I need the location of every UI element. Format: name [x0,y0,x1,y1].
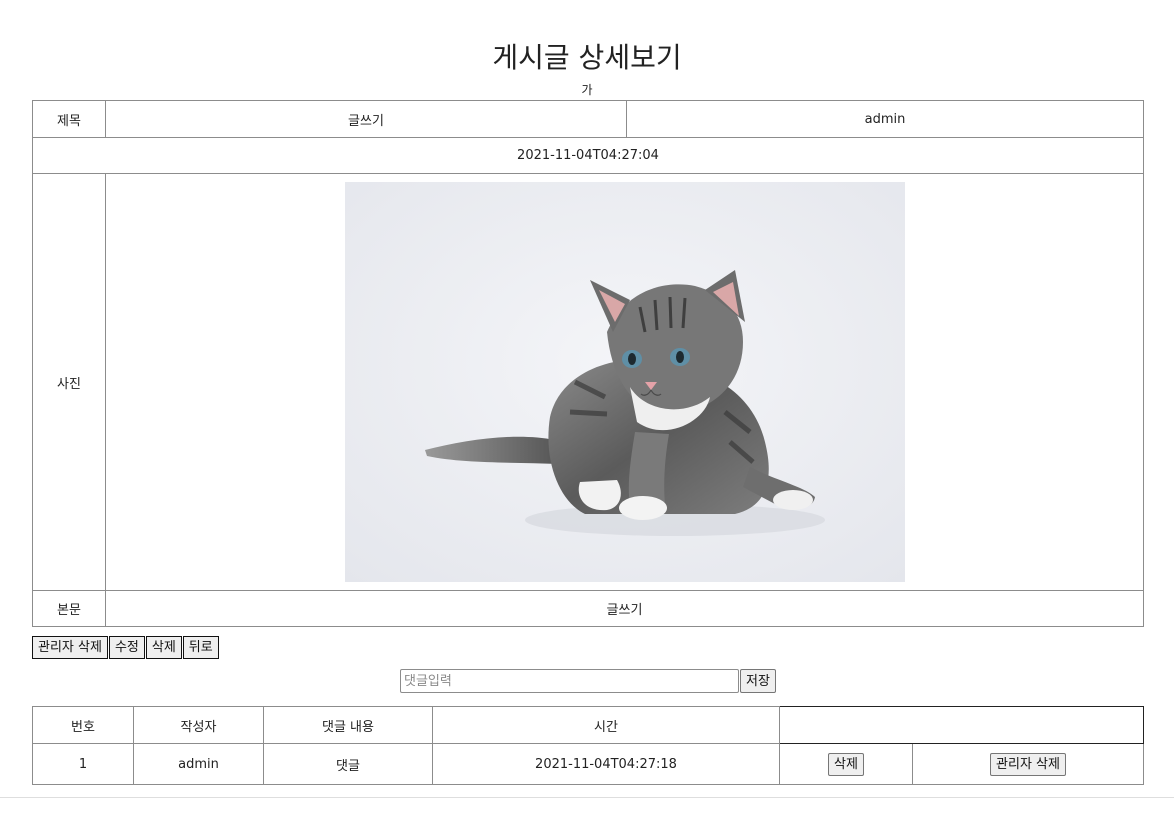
body-value: 글쓰기 [105,590,1144,627]
photo-cell [105,173,1144,591]
comments-table: 번호 작성자 댓글 내용 시간 1 admin 댓글 2021-11-04T04… [32,706,1144,785]
bottom-divider [0,797,1174,798]
author-value: admin [626,100,1144,138]
comment-delete-button[interactable]: 삭제 [828,752,864,776]
photo-label: 사진 [32,173,106,591]
comment-time: 2021-11-04T04:27:18 [432,743,780,785]
comment-content: 댓글 [263,743,433,785]
page-title: 게시글 상세보기 [492,41,682,74]
comment-author: admin [133,743,264,785]
post-date: 2021-11-04T04:27:04 [32,137,1144,174]
body-label: 본문 [32,590,106,627]
delete-button[interactable]: 삭제 [145,636,182,659]
comment-form: 저장 [400,669,776,693]
edit-button[interactable]: 수정 [108,636,145,659]
post-detail-table: 제목 글쓰기 admin 2021-11-04T04:27:04 사진 본문 글… [32,100,1144,627]
comments-header-actions [779,706,1144,744]
comments-header-time: 시간 [432,706,780,744]
back-button[interactable]: 뒤로 [182,636,219,659]
comment-delete-cell: 삭제 [779,743,913,785]
comment-admin-delete-cell: 관리자 삭제 [912,743,1144,785]
post-actions: 관리자 삭제 수정 삭제 뒤로 [32,636,220,659]
comments-header-content: 댓글 내용 [263,706,433,744]
comments-header-no: 번호 [32,706,134,744]
comment-no: 1 [32,743,134,785]
admin-delete-button[interactable]: 관리자 삭제 [32,636,108,659]
comment-admin-delete-button[interactable]: 관리자 삭제 [990,752,1066,776]
page-subtitle: 가 [581,83,593,97]
comment-save-button[interactable]: 저장 [740,669,776,693]
title-label: 제목 [32,100,106,138]
table-row: 1 admin 댓글 2021-11-04T04:27:18 삭제 관리자 삭제 [32,743,1144,785]
title-value: 글쓰기 [105,100,627,138]
comments-header-author: 작성자 [133,706,264,744]
comment-input[interactable] [400,669,739,693]
kitten-photo [344,182,905,582]
